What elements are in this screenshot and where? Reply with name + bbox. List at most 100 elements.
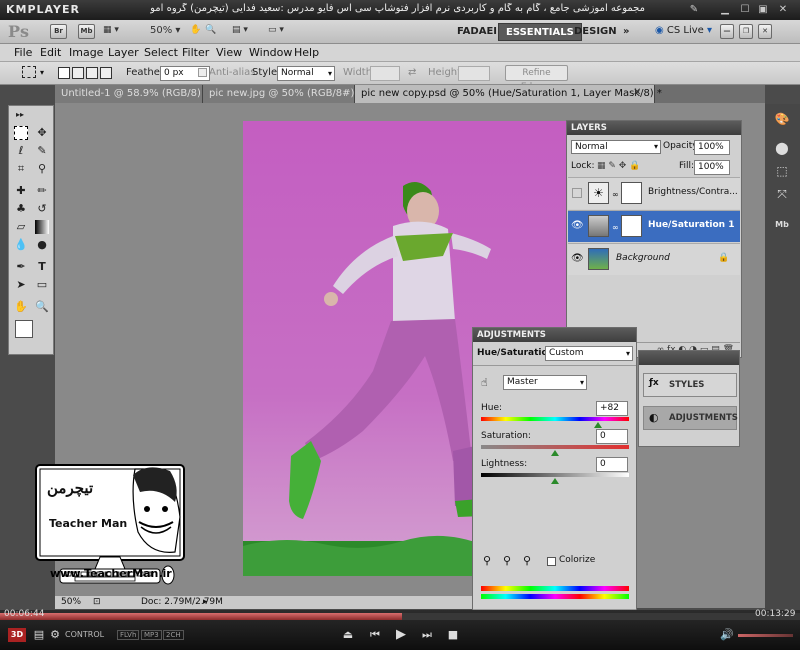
next-icon[interactable]: ⏭ [420,628,434,642]
fill-input[interactable]: 100% [694,160,730,175]
foreground-color-swatch[interactable] [15,320,33,338]
eye-icon[interactable]: 👁 [571,220,584,231]
layer-row-brightness[interactable]: ☀ ∞ Brightness/Contra... [568,177,740,209]
transform-panel-icon[interactable]: ⤧ [770,184,794,204]
playlist-icon[interactable]: ▤ [32,628,46,642]
subtract-selection-icon[interactable] [86,67,98,79]
workspace-fadaei[interactable]: FADAEI [450,23,504,41]
view-extras-dropdown[interactable]: ▦ ▾ [103,25,119,35]
gradient-tool-icon[interactable] [35,220,49,234]
eyedropper-icon[interactable]: ⚲ [483,554,491,567]
pin-icon[interactable]: ✎ [687,3,701,16]
settings-icon[interactable]: ⚙ [48,628,62,642]
status-arrow-icon[interactable]: ▸ [203,597,208,607]
seek-bar[interactable] [0,613,800,620]
preset-dropdown-icon[interactable]: ▾ [40,68,44,77]
menu-image[interactable]: Image [69,46,103,59]
clone-stamp-tool-icon[interactable]: ♣ [14,202,28,216]
toolbox-collapse-icon[interactable]: ▸▸ [13,108,27,122]
hand-tool-icon-box[interactable]: ✋ [14,300,28,314]
more-workspaces-icon[interactable]: » [616,23,636,41]
pen-tool-icon[interactable]: ✒ [14,260,28,274]
tab-pic-new-copy[interactable]: pic new copy.psd @ 50% (Hue/Saturation 1… [355,85,662,103]
volume-icon[interactable]: 🔊 [720,628,734,642]
eraser-tool-icon[interactable]: ▱ [14,220,28,234]
eyedropper-tool-icon[interactable]: ⚲ [35,162,49,176]
height-input[interactable] [458,66,490,81]
menu-edit[interactable]: Edit [40,46,61,59]
intersect-selection-icon[interactable] [100,67,112,79]
saturation-slider-track[interactable] [481,445,629,449]
volume-slider[interactable] [738,634,793,637]
ps-close-icon[interactable]: ✕ [758,24,772,39]
menu-help[interactable]: Help [294,46,319,59]
lightness-slider-track[interactable] [481,473,629,477]
path-selection-tool-icon[interactable]: ➤ [14,278,28,292]
blur-tool-icon[interactable]: 💧 [14,238,28,252]
eject-icon[interactable]: ⏏ [341,628,355,642]
control-label[interactable]: CONTROL [65,630,104,639]
saturation-input[interactable]: 0 [596,429,628,444]
rectangle-tool-icon[interactable]: ▭ [35,278,49,292]
crop-tool-icon[interactable]: ⌗ [14,162,28,176]
history-brush-tool-icon[interactable]: ↺ [35,202,49,216]
preset-select[interactable]: Custom ▾ [545,346,633,361]
zoom-tool-icon-box[interactable]: 🔍 [35,300,49,314]
lock-icons[interactable]: ▦ ✎ ✥ 🔒 [597,161,640,171]
navigator-panel-icon[interactable]: ⬚ [770,161,794,181]
stop-icon[interactable]: ■ [446,628,460,642]
hand-tool-icon[interactable]: ✋ [190,25,201,35]
color-panel-icon[interactable]: 🎨 [770,109,794,129]
width-input[interactable] [370,66,400,81]
blend-mode-select[interactable]: Normal ▾ [571,140,661,154]
style-select[interactable]: Normal ▾ [277,66,335,81]
marquee-tool-icon[interactable] [14,126,28,140]
dodge-tool-icon[interactable]: ● [35,238,49,252]
saturation-slider-thumb[interactable] [551,450,559,456]
layer-mask-thumb[interactable] [621,182,642,204]
eyedropper-plus-icon[interactable]: ⚲ [503,554,511,567]
play-icon[interactable]: ▶ [394,628,408,642]
zoom-level-dropdown[interactable]: 50% ▾ [150,25,180,36]
previous-icon[interactable]: ⏮ [368,628,382,642]
layer-row-background[interactable]: 👁 Background 🔒 [568,243,740,275]
layer-row-hue-saturation[interactable]: 👁 ∞ Hue/Saturation 1 [568,210,740,242]
new-selection-icon[interactable] [58,67,70,79]
type-tool-icon[interactable]: T [35,260,49,274]
move-tool-icon[interactable]: ✥ [35,126,49,140]
mini-bridge-button[interactable]: Mb [78,24,95,39]
anti-alias-checkbox[interactable] [198,68,207,77]
tab-untitled-1[interactable]: Untitled-1 @ 58.9% (RGB/8) [55,85,203,103]
bridge-button[interactable]: Br [50,24,67,39]
3d-panel-icon[interactable]: ⬤ [770,138,794,158]
3d-mode-badge[interactable]: 3D [8,628,26,642]
screen-mode-dropdown[interactable]: ▭ ▾ [268,25,284,35]
zoom-tool-icon[interactable]: 🔍 [205,25,216,35]
minimize-icon[interactable]: ▁ [718,3,732,16]
lasso-tool-icon[interactable]: ℓ [14,144,28,158]
cs-live-button[interactable]: ◉ CS Live ▾ [655,25,712,36]
arrange-documents-dropdown[interactable]: ▤ ▾ [232,25,248,35]
lightness-slider-thumb[interactable] [551,478,559,484]
targeted-adjustment-icon[interactable]: ☝ [481,376,488,389]
visibility-toggle-off[interactable] [572,188,582,198]
menu-file[interactable]: File [14,46,32,59]
menu-window[interactable]: Window [249,46,292,59]
menu-select[interactable]: Select [144,46,178,59]
opacity-input[interactable]: 100% [694,140,730,155]
hue-slider-thumb[interactable] [594,422,602,428]
menu-view[interactable]: View [216,46,242,59]
menu-filter[interactable]: Filter [182,46,209,59]
channel-select[interactable]: Master ▾ [503,375,587,390]
layer-mask-thumb[interactable] [621,215,642,237]
menu-layer[interactable]: Layer [108,46,139,59]
marquee-preset-icon[interactable] [22,66,36,78]
status-info-icon[interactable]: ⊡ [93,597,101,607]
eyedropper-minus-icon[interactable]: ⚲ [523,554,531,567]
refine-edge-button[interactable]: Refine Edge... [505,65,568,92]
tab-pic-new[interactable]: pic new.jpg @ 50% (RGB/8#) [203,85,355,103]
tab-close-icon[interactable]: ✕ [633,87,641,98]
close-icon[interactable]: ✕ [776,3,790,16]
add-selection-icon[interactable] [72,67,84,79]
healing-brush-tool-icon[interactable]: ✚ [14,184,28,198]
